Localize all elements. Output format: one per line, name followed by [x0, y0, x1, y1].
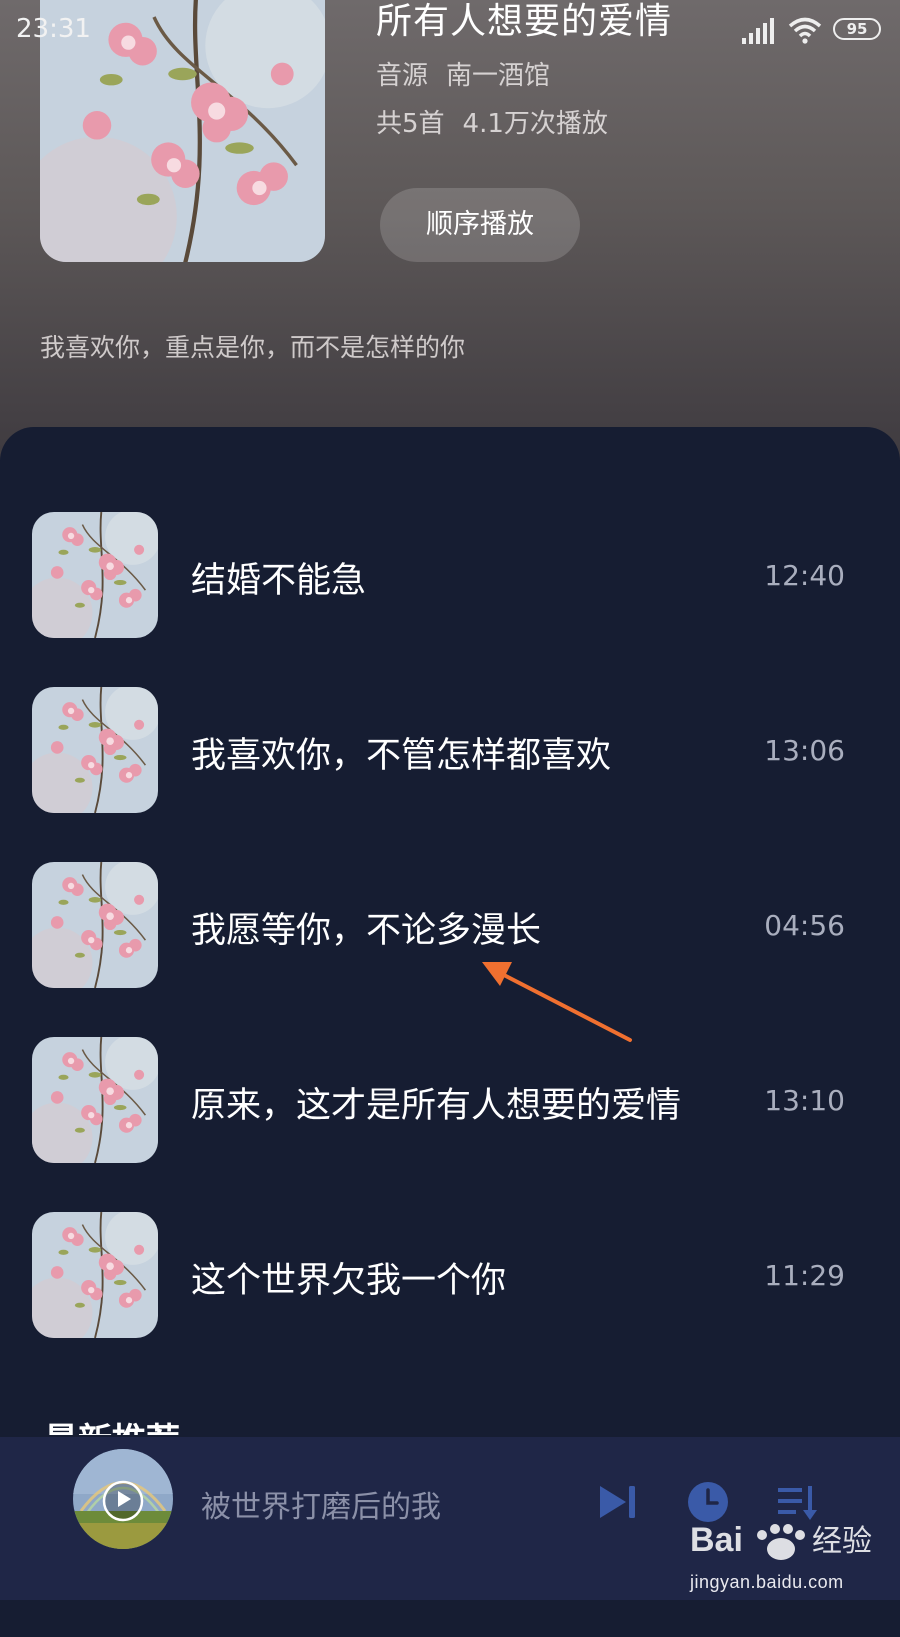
watermark-url: jingyan.baidu.com	[690, 1572, 844, 1592]
svg-text:经验: 经验	[812, 1524, 872, 1559]
svg-text:Bai: Bai	[690, 1521, 743, 1559]
next-track-icon[interactable]	[598, 1482, 640, 1522]
annotation-arrow-icon	[482, 962, 632, 1042]
section-title-latest: 最新推荐	[44, 1413, 180, 1435]
play-icon[interactable]	[108, 1484, 138, 1514]
now-playing-title: 被世界打磨后的我	[201, 1490, 441, 1525]
